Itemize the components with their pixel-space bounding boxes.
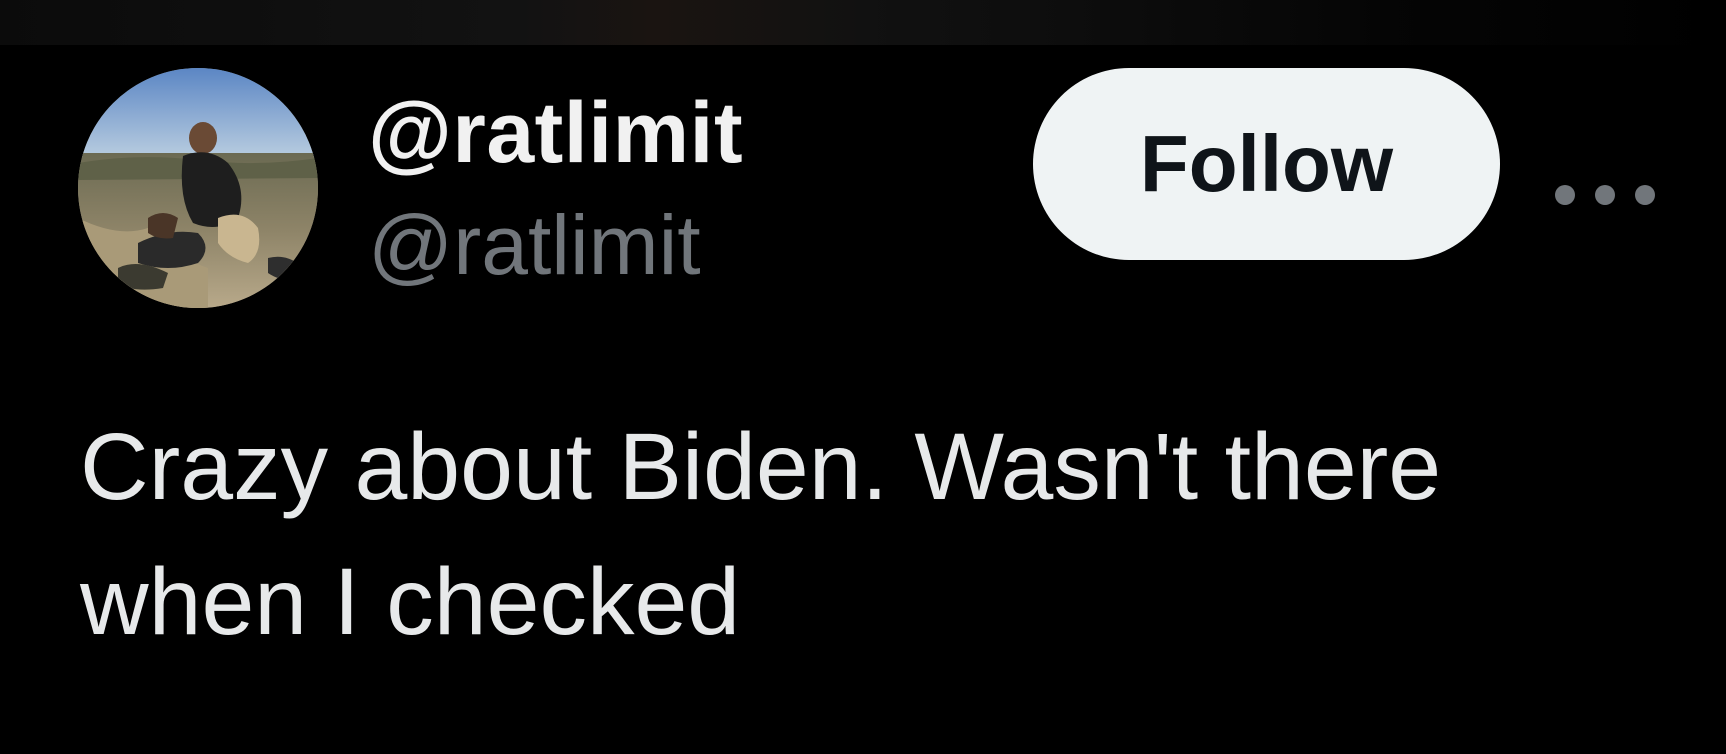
top-strip	[0, 0, 1726, 45]
more-options-button[interactable]	[1555, 165, 1655, 225]
follow-button-label: Follow	[1139, 119, 1394, 208]
tweet-text: Crazy about Biden. Wasn't there when I c…	[80, 414, 1442, 655]
more-horizontal-icon-dot	[1595, 185, 1615, 205]
tweet-card: @ratlimit @ratlimit Follow Crazy about B…	[0, 45, 1726, 754]
avatar[interactable]	[78, 68, 318, 308]
display-name[interactable]: @ratlimit	[368, 83, 743, 183]
follow-button[interactable]: Follow	[1033, 68, 1500, 260]
user-names: @ratlimit @ratlimit	[368, 83, 743, 295]
more-horizontal-icon-dot	[1635, 185, 1655, 205]
more-horizontal-icon	[1555, 185, 1575, 205]
avatar-image	[78, 68, 318, 308]
user-handle[interactable]: @ratlimit	[368, 195, 743, 295]
